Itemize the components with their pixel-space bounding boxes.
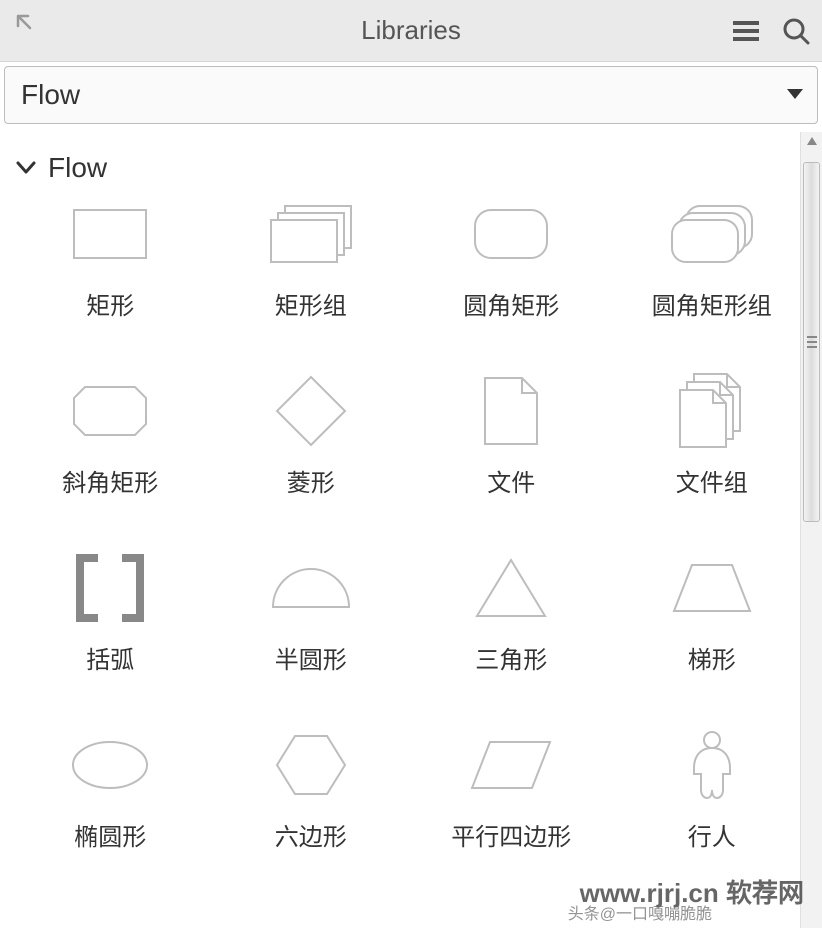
shape-label: 圆角矩形	[463, 286, 559, 321]
shape-label: 文件组	[676, 463, 748, 498]
thumb-grip-icon	[807, 336, 817, 348]
shapes-grid: 矩形 矩形组 圆角矩形 圆角矩形组斜角矩形 菱形 文件 文件组 括弧 半圆形 三角形 梯形椭…	[0, 204, 822, 876]
diamond-icon	[271, 381, 351, 441]
shape-label: 菱形	[287, 463, 335, 498]
person-icon	[672, 735, 752, 795]
shape-item-parallelogram[interactable]: 平行四边形	[411, 735, 612, 852]
shape-label: 六边形	[275, 817, 347, 852]
semicircle-icon	[271, 558, 351, 618]
rectangle-group-icon	[271, 204, 351, 264]
shape-item-person[interactable]: 行人	[612, 735, 813, 852]
shape-label: 斜角矩形	[62, 463, 158, 498]
shape-item-brackets[interactable]: 括弧	[10, 558, 211, 675]
shape-label: 半圆形	[275, 640, 347, 675]
scrollbar-thumb[interactable]	[803, 162, 820, 522]
brackets-icon	[70, 558, 150, 618]
parallelogram-icon	[471, 735, 551, 795]
back-arrow-icon	[15, 13, 35, 33]
bevel-rectangle-icon	[70, 381, 150, 441]
libraries-panel: Libraries Flow	[0, 0, 822, 928]
shape-label: 平行四边形	[451, 817, 571, 852]
shape-item-bevel-rectangle[interactable]: 斜角矩形	[10, 381, 211, 498]
menu-button[interactable]	[730, 15, 762, 47]
shape-label: 矩形	[86, 286, 134, 321]
shape-label: 行人	[688, 817, 736, 852]
dropdown-selected-label: Flow	[21, 79, 80, 111]
shape-item-trapezoid[interactable]: 梯形	[612, 558, 813, 675]
scroll-up-icon	[801, 136, 822, 146]
shape-item-rounded-rectangle[interactable]: 圆角矩形	[411, 204, 612, 321]
section-title: Flow	[48, 152, 107, 184]
hamburger-icon	[733, 20, 759, 42]
ellipse-icon	[70, 735, 150, 795]
search-icon	[782, 17, 810, 45]
shape-item-semicircle[interactable]: 半圆形	[211, 558, 412, 675]
shape-label: 文件	[487, 463, 535, 498]
shape-item-hexagon[interactable]: 六边形	[211, 735, 412, 852]
panel-title: Libraries	[0, 15, 822, 46]
shape-label: 矩形组	[275, 286, 347, 321]
shape-item-ellipse[interactable]: 椭圆形	[10, 735, 211, 852]
library-dropdown[interactable]: Flow	[4, 66, 818, 124]
shape-label: 三角形	[475, 640, 547, 675]
header-actions	[730, 0, 812, 62]
shape-item-triangle[interactable]: 三角形	[411, 558, 612, 675]
rounded-rectangle-group-icon	[672, 204, 752, 264]
section-toggle[interactable]: Flow	[0, 144, 822, 204]
scrollbar[interactable]	[800, 132, 822, 928]
rounded-rectangle-icon	[471, 204, 551, 264]
chevron-down-icon	[16, 161, 36, 175]
shape-label: 圆角矩形组	[652, 286, 772, 321]
shape-item-file-group[interactable]: 文件组	[612, 381, 813, 498]
rectangle-icon	[70, 204, 150, 264]
search-button[interactable]	[780, 15, 812, 47]
panel-header: Libraries	[0, 0, 822, 62]
shape-item-rounded-rectangle-group[interactable]: 圆角矩形组	[612, 204, 813, 321]
triangle-icon	[471, 558, 551, 618]
file-icon	[471, 381, 551, 441]
shapes-content: Flow 矩形 矩形组 圆角矩形 圆角矩形组斜角矩形 菱形 文件 文件组 括弧 半圆形 三…	[0, 134, 822, 928]
hexagon-icon	[271, 735, 351, 795]
chevron-down-icon	[787, 86, 803, 104]
shape-item-diamond[interactable]: 菱形	[211, 381, 412, 498]
shape-label: 梯形	[688, 640, 736, 675]
shape-label: 椭圆形	[74, 817, 146, 852]
file-group-icon	[672, 381, 752, 441]
shape-item-rectangle-group[interactable]: 矩形组	[211, 204, 412, 321]
shape-item-file[interactable]: 文件	[411, 381, 612, 498]
trapezoid-icon	[672, 558, 752, 618]
shape-label: 括弧	[86, 640, 134, 675]
back-button[interactable]	[10, 8, 40, 38]
shape-item-rectangle[interactable]: 矩形	[10, 204, 211, 321]
